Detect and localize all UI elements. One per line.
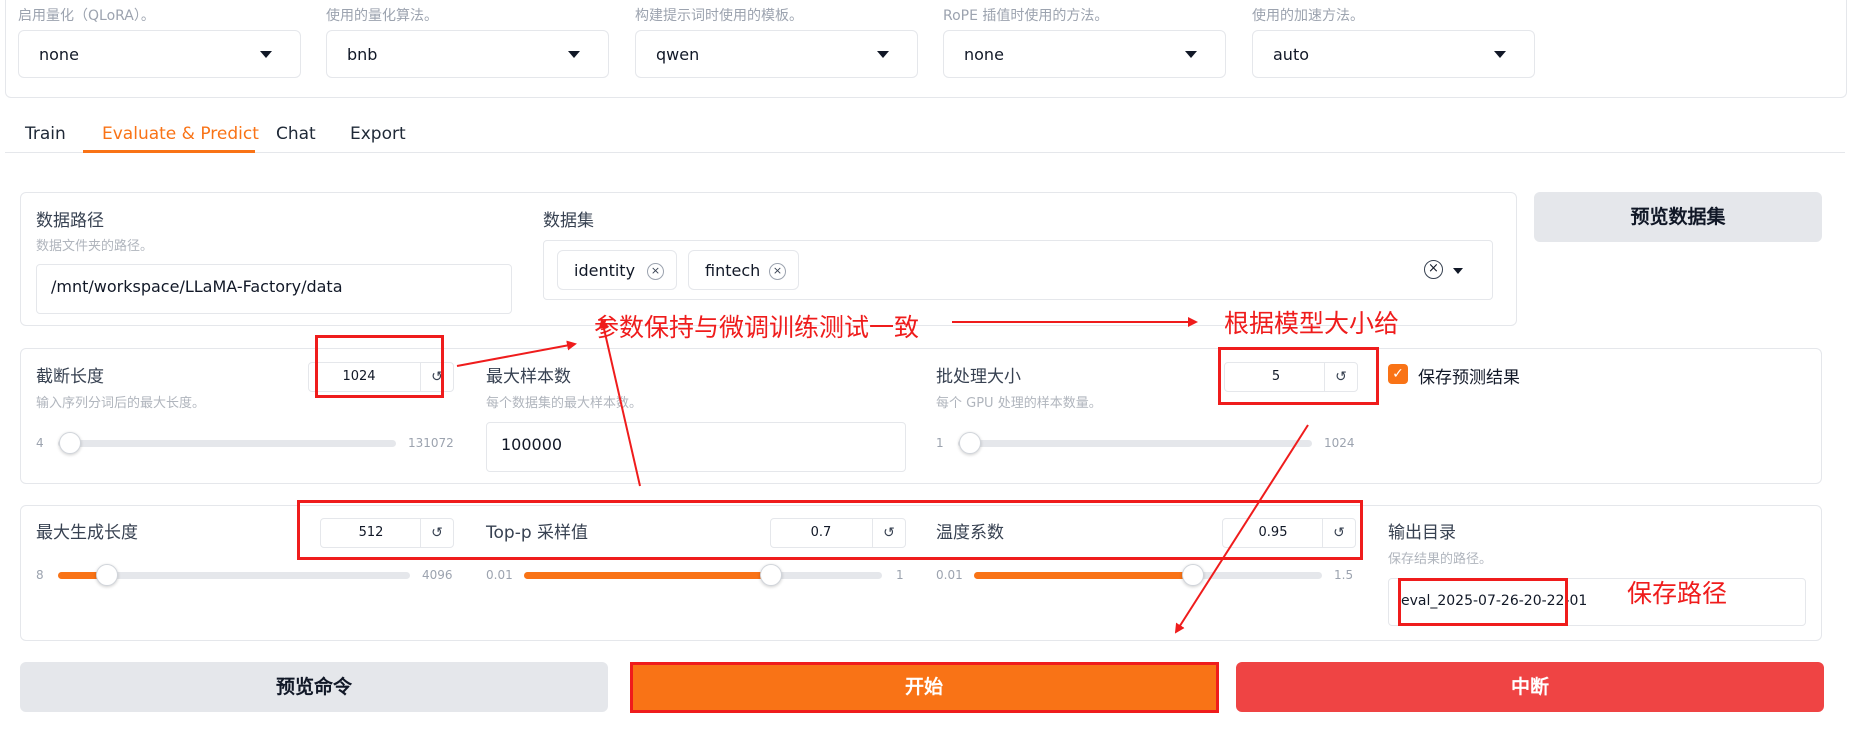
annotation-arrows — [456, 317, 1309, 634]
annotation-arrow — [598, 318, 641, 487]
annotation-arrow — [1174, 424, 1309, 634]
annotation-arrow — [456, 340, 577, 367]
